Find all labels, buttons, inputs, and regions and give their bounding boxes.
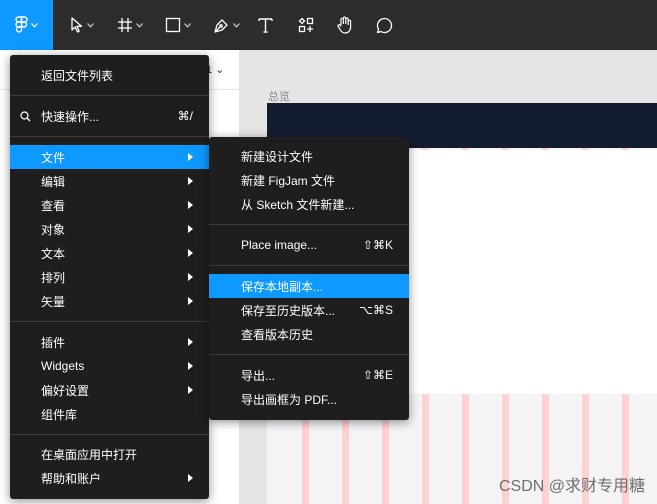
toolbar <box>0 0 657 50</box>
submenu-arrow-icon <box>188 297 193 305</box>
menu-separator <box>10 95 209 96</box>
menu-item-widgets[interactable]: Widgets <box>10 354 209 378</box>
shortcut-label: ⌥⌘S <box>359 303 393 317</box>
comment-bubble-icon <box>376 17 392 33</box>
frame-hash-icon <box>118 18 132 32</box>
main-menu: 返回文件列表 快速操作... ⌘/ 文件 编辑 查看 对象 文本 排列 矢量 插… <box>10 55 209 499</box>
frame-label[interactable]: 总览 <box>268 88 290 104</box>
rectangle-icon <box>165 17 181 33</box>
menu-item-preferences[interactable]: 偏好设置 <box>10 378 209 402</box>
chevron-down-icon <box>184 22 191 28</box>
shape-tool-button[interactable] <box>160 0 196 50</box>
frame-tool-button[interactable] <box>112 0 148 50</box>
text-t-icon <box>257 18 273 33</box>
menu-item-vector[interactable]: 矢量 <box>10 289 209 313</box>
menu-separator <box>209 265 409 266</box>
move-tool-button[interactable] <box>64 0 100 50</box>
resources-tool-button[interactable] <box>294 0 318 50</box>
submenu-arrow-icon <box>188 249 193 257</box>
menu-item-quick-actions[interactable]: 快速操作... ⌘/ <box>10 104 209 128</box>
menu-separator <box>10 136 209 137</box>
search-icon <box>20 111 31 122</box>
menu-item-object[interactable]: 对象 <box>10 217 209 241</box>
menu-separator <box>10 321 209 322</box>
menu-item-open-in-desktop[interactable]: 在桌面应用中打开 <box>10 442 209 466</box>
menu-item-text[interactable]: 文本 <box>10 241 209 265</box>
comment-tool-button[interactable] <box>372 0 396 50</box>
hand-tool-button[interactable] <box>332 0 356 50</box>
file-submenu: 新建设计文件 新建 FigJam 文件 从 Sketch 文件新建... Pla… <box>209 137 409 420</box>
menu-item-back-to-files[interactable]: 返回文件列表 <box>10 63 209 87</box>
shortcut-label: ⇧⌘E <box>362 368 393 382</box>
menu-item-arrange[interactable]: 排列 <box>10 265 209 289</box>
text-tool-button[interactable] <box>253 0 277 50</box>
menu-item-show-version-history[interactable]: 查看版本历史 <box>209 322 409 346</box>
menu-item-libraries[interactable]: 组件库 <box>10 402 209 426</box>
submenu-arrow-icon <box>188 273 193 281</box>
submenu-arrow-icon <box>188 201 193 209</box>
menu-item-help-and-account[interactable]: 帮助和账户 <box>10 466 209 490</box>
menu-item-new-figjam-file[interactable]: 新建 FigJam 文件 <box>209 168 409 192</box>
chevron-down-icon <box>87 22 94 28</box>
main-menu-button[interactable] <box>0 0 53 50</box>
menu-item-place-image[interactable]: Place image... ⇧⌘K <box>209 233 409 257</box>
hand-icon <box>336 16 351 34</box>
menu-item-plugins[interactable]: 插件 <box>10 330 209 354</box>
menu-item-view[interactable]: 查看 <box>10 193 209 217</box>
shortcut-label: ⇧⌘K <box>362 238 393 252</box>
menu-item-save-to-version-history[interactable]: 保存至历史版本... ⌥⌘S <box>209 298 409 322</box>
chevron-down-icon <box>232 22 240 28</box>
menu-item-new-design-file[interactable]: 新建设计文件 <box>209 144 409 168</box>
submenu-arrow-icon <box>188 362 193 370</box>
menu-item-export-frames-to-pdf[interactable]: 导出画框为 PDF... <box>209 387 409 411</box>
menu-item-new-from-sketch[interactable]: 从 Sketch 文件新建... <box>209 192 409 216</box>
cursor-arrow-icon <box>71 17 83 33</box>
pen-tool-button[interactable] <box>208 0 244 50</box>
menu-separator <box>209 224 409 225</box>
menu-item-file[interactable]: 文件 <box>10 145 209 169</box>
menu-item-export[interactable]: 导出... ⇧⌘E <box>209 363 409 387</box>
menu-separator <box>209 354 409 355</box>
resources-grid-icon <box>298 17 314 33</box>
submenu-arrow-icon <box>188 386 193 394</box>
submenu-arrow-icon <box>188 153 193 161</box>
chevron-down-icon <box>31 22 38 28</box>
menu-item-save-local-copy[interactable]: 保存本地副本... <box>209 274 409 298</box>
chevron-down-icon <box>136 22 143 28</box>
submenu-arrow-icon <box>188 225 193 233</box>
pen-nib-icon <box>213 18 228 33</box>
figma-logo-icon <box>15 16 28 33</box>
menu-item-edit[interactable]: 编辑 <box>10 169 209 193</box>
shortcut-label: ⌘/ <box>177 109 193 123</box>
submenu-arrow-icon <box>188 177 193 185</box>
submenu-arrow-icon <box>188 474 193 482</box>
menu-separator <box>10 434 209 435</box>
submenu-arrow-icon <box>188 338 193 346</box>
watermark-text: CSDN @求财专用糖 <box>498 478 645 495</box>
